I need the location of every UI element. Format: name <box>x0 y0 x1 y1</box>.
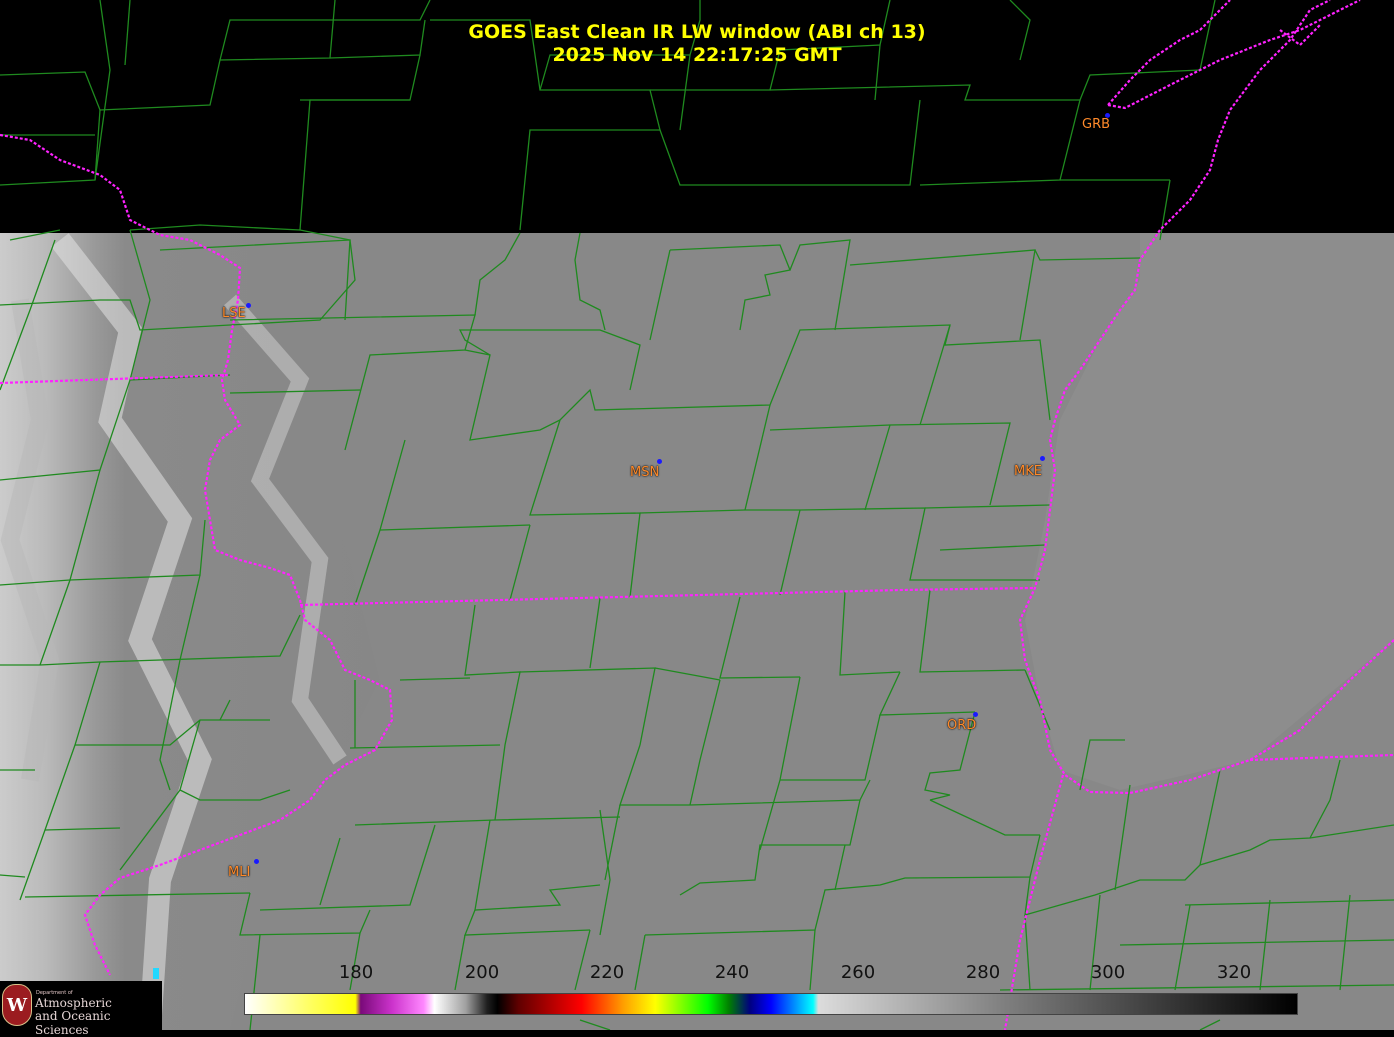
station-label-msn: MSN <box>630 465 660 480</box>
station-marker-mke <box>1040 456 1045 461</box>
colorbar-tick: 220 <box>589 962 625 983</box>
chart-title: GOES East Clean IR LW window (ABI ch 13) <box>468 21 926 43</box>
colorbar-tick: 180 <box>338 962 374 983</box>
station-label-mli: MLI <box>228 865 251 880</box>
station-label-mke: MKE <box>1014 464 1042 479</box>
colorbar-tick: 300 <box>1090 962 1126 983</box>
station-marker-mli <box>254 859 259 864</box>
logo-line1: Atmospheric <box>35 996 112 1010</box>
logo-line2: and Oceanic Sciences <box>35 1009 111 1037</box>
colorbar-tick: 240 <box>714 962 750 983</box>
station-label-ord: ORD <box>947 718 977 733</box>
aos-logo: W Department of Atmospheric and Oceanic … <box>0 981 162 1037</box>
colorbar-tick: 260 <box>840 962 876 983</box>
station-marker-ord <box>973 712 978 717</box>
colorbar-tick: 200 <box>464 962 500 983</box>
colorbar-tick: 320 <box>1216 962 1252 983</box>
colorbar-tick: 280 <box>965 962 1001 983</box>
colorbar-marker <box>153 968 159 979</box>
station-label-lse: LSE <box>222 306 246 321</box>
satellite-map <box>0 0 1394 1030</box>
timestamp: 2025 Nov 14 22:17:25 GMT <box>552 44 842 66</box>
temperature-colorbar <box>244 993 1298 1015</box>
station-marker-msn <box>657 459 662 464</box>
uw-seal-icon: W <box>2 984 32 1026</box>
station-label-grb: GRB <box>1082 117 1111 132</box>
station-marker-lse <box>246 303 251 308</box>
